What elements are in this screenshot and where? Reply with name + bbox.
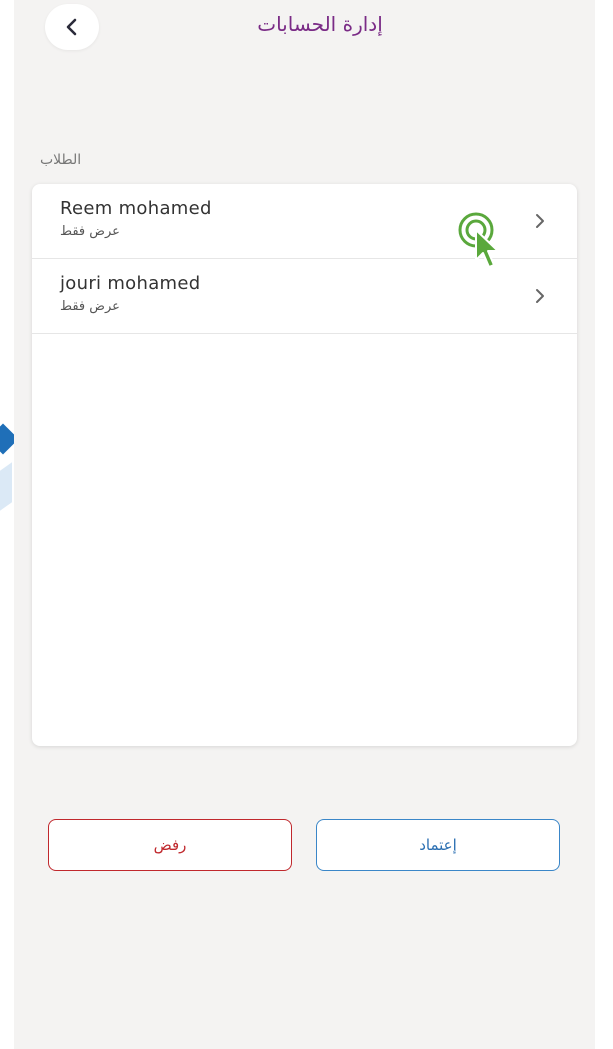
section-label-students: الطلاب: [40, 152, 82, 168]
reject-button[interactable]: رفض: [48, 819, 292, 871]
right-margin: [595, 0, 613, 1049]
side-fade-decoration: [0, 462, 12, 518]
chevron-left-icon: [66, 18, 77, 36]
approve-button[interactable]: إعتماد: [316, 819, 560, 871]
left-margin: [0, 0, 19, 1049]
student-name: jouri mohamed: [60, 273, 201, 294]
student-permission: عرض فقط: [60, 299, 120, 314]
click-cursor-icon: [458, 212, 499, 268]
chevron-right-icon: [536, 289, 544, 303]
student-permission: عرض فقط: [60, 224, 120, 239]
back-button[interactable]: [45, 4, 99, 50]
student-name: Reem mohamed: [60, 198, 212, 219]
page-title: إدارة الحسابات: [257, 12, 383, 36]
chevron-right-icon: [536, 214, 544, 228]
